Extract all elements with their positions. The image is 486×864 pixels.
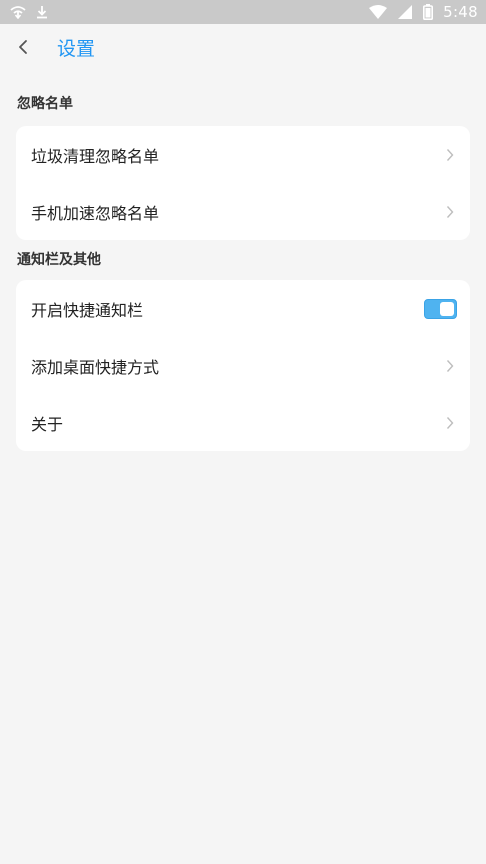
back-button[interactable] — [10, 36, 36, 62]
page-title: 设置 — [57, 38, 96, 60]
chevron-left-icon — [17, 39, 29, 59]
cellular-signal-icon — [397, 5, 413, 19]
list-item-add-desktop-shortcut[interactable]: 添加桌面快捷方式 — [16, 337, 470, 394]
app-bar: 设置 — [0, 24, 486, 74]
chevron-right-icon — [443, 205, 457, 219]
list-item-about[interactable]: 关于 — [16, 394, 470, 451]
battery-icon — [423, 4, 434, 20]
wifi-assist-icon — [10, 5, 26, 19]
download-icon — [36, 5, 48, 19]
card-notification-other: 开启快捷通知栏 添加桌面快捷方式 关于 — [16, 280, 470, 451]
status-bar: 5:48 — [0, 0, 486, 24]
chevron-right-icon — [443, 416, 457, 430]
status-bar-right: 5:48 — [369, 3, 478, 21]
quick-notification-toggle[interactable] — [424, 298, 457, 319]
status-bar-left — [10, 5, 48, 19]
toggle-knob — [440, 301, 454, 316]
card-ignore-list: 垃圾清理忽略名单 手机加速忽略名单 — [16, 126, 470, 240]
list-item-junk-clean-ignore[interactable]: 垃圾清理忽略名单 — [16, 126, 470, 183]
status-time: 5:48 — [443, 3, 478, 21]
chevron-right-icon — [443, 359, 457, 373]
list-item-label: 添加桌面快捷方式 — [31, 357, 160, 377]
wifi-icon — [369, 5, 388, 19]
chevron-right-icon — [443, 148, 457, 162]
list-item-phone-boost-ignore[interactable]: 手机加速忽略名单 — [16, 183, 470, 240]
list-item-label: 手机加速忽略名单 — [31, 203, 160, 223]
list-item-label: 开启快捷通知栏 — [31, 300, 144, 320]
list-item-label: 关于 — [31, 414, 64, 434]
section-header-ignore-list: 忽略名单 — [17, 96, 73, 112]
section-header-notification-other: 通知栏及其他 — [17, 252, 101, 268]
list-item-quick-notification[interactable]: 开启快捷通知栏 — [16, 280, 470, 337]
list-item-label: 垃圾清理忽略名单 — [31, 146, 160, 166]
